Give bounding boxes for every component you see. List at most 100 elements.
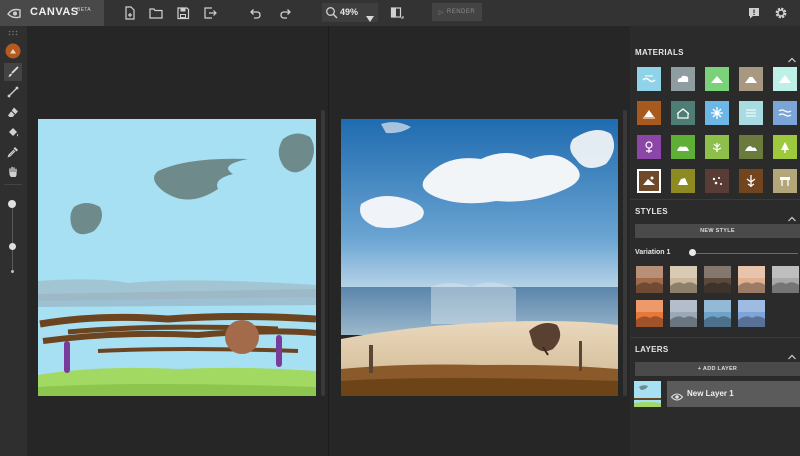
fill-bucket-icon[interactable] — [4, 123, 22, 141]
section-divider — [630, 199, 800, 200]
zoom-dropdown-icon[interactable] — [366, 9, 374, 27]
brush-size-slider[interactable] — [12, 206, 13, 270]
layer-item[interactable]: New Layer 1 — [667, 381, 800, 407]
material-flower-icon — [645, 141, 653, 153]
style-thumbnail[interactable] — [704, 266, 731, 293]
material-flower-button[interactable] — [637, 135, 661, 159]
material-cloud-icon — [677, 75, 689, 82]
material-building-icon — [676, 108, 690, 119]
new-style-button[interactable]: NEW STYLE — [635, 224, 800, 238]
redo-icon[interactable] — [277, 4, 295, 22]
settings-icon[interactable] — [772, 4, 790, 22]
app-title: CANVAS — [30, 6, 79, 18]
material-sand-button[interactable] — [637, 101, 661, 125]
brush-size-knob[interactable] — [8, 243, 16, 250]
material-bush-button[interactable] — [671, 135, 695, 159]
material-dirt-button[interactable] — [637, 169, 661, 193]
style-thumbnail[interactable] — [704, 300, 731, 327]
material-grass-icon — [711, 76, 723, 83]
material-snowflake-icon — [711, 107, 723, 119]
material-rock-icon — [678, 178, 688, 185]
styles-title: STYLES — [635, 207, 668, 216]
material-snow-button[interactable] — [773, 67, 797, 91]
material-tree-button[interactable] — [773, 135, 797, 159]
material-fog-button[interactable] — [739, 101, 763, 125]
style-thumbnail[interactable] — [738, 300, 765, 327]
style-thumbnail[interactable] — [636, 266, 663, 293]
brush-color-swatch[interactable] — [4, 42, 22, 60]
material-mountain-icon — [745, 75, 757, 83]
visibility-eye-icon[interactable] — [670, 389, 684, 401]
zoom-value: 49% — [340, 7, 359, 17]
styles-collapse-icon[interactable] — [788, 209, 796, 222]
material-road-button[interactable] — [773, 169, 797, 193]
material-sea-icon — [642, 75, 656, 83]
right-view-scrollbar[interactable] — [623, 110, 627, 396]
line-tool-icon[interactable] — [4, 83, 22, 101]
play-icon: ▷ — [438, 9, 444, 16]
left-tool-bar — [0, 26, 27, 456]
add-layer-button[interactable]: + ADD LAYER — [635, 362, 800, 376]
save-icon[interactable] — [174, 4, 192, 22]
feedback-icon[interactable] — [745, 4, 763, 22]
material-wood-button[interactable] — [739, 169, 763, 193]
material-mountain-button[interactable] — [739, 67, 763, 91]
style-thumbnail[interactable] — [772, 266, 799, 293]
render-label: RENDER — [446, 9, 476, 15]
material-plant-icon — [712, 143, 722, 152]
top-toolbar: CANVAS BETA 49% ▷ RENDER — [0, 0, 800, 26]
export-icon[interactable] — [201, 4, 219, 22]
zoom-control[interactable]: 49% — [322, 3, 378, 22]
left-view-scrollbar[interactable] — [321, 110, 325, 396]
brush-size-max-icon — [8, 200, 16, 208]
view-divider — [328, 26, 329, 456]
variation-slider[interactable] — [693, 253, 798, 254]
style-thumbnail[interactable] — [670, 300, 697, 327]
segmentation-canvas[interactable] — [38, 119, 317, 396]
eraser-icon[interactable] — [4, 103, 22, 121]
material-hill-button[interactable] — [739, 135, 763, 159]
section-divider — [630, 337, 800, 338]
materials-title: MATERIALS — [635, 48, 684, 57]
material-sea-button[interactable] — [637, 67, 661, 91]
paint-brush-icon[interactable] — [4, 63, 22, 81]
material-gravel-button[interactable] — [705, 169, 729, 193]
zoom-icon — [325, 6, 338, 24]
style-thumbnail[interactable] — [738, 266, 765, 293]
eyedropper-icon[interactable] — [4, 143, 22, 161]
materials-collapse-icon[interactable] — [788, 50, 796, 63]
material-gravel-icon — [712, 177, 722, 185]
style-thumbnail[interactable] — [636, 300, 663, 327]
open-folder-icon[interactable] — [147, 4, 165, 22]
new-file-icon[interactable] — [121, 4, 139, 22]
material-plant-button[interactable] — [705, 135, 729, 159]
material-snowflake-button[interactable] — [705, 101, 729, 125]
material-dirt-icon — [643, 176, 655, 185]
rendered-output-image — [341, 119, 618, 396]
variation-slider-knob[interactable] — [689, 249, 696, 256]
material-tree-icon — [781, 142, 789, 153]
material-grass-button[interactable] — [705, 67, 729, 91]
material-water-button[interactable] — [773, 101, 797, 125]
pan-hand-icon[interactable] — [4, 163, 22, 181]
brush-size-min-icon — [11, 270, 14, 273]
material-fog-icon — [746, 109, 756, 117]
beta-tag: BETA — [77, 7, 91, 13]
material-building-button[interactable] — [671, 101, 695, 125]
style-thumbnail[interactable] — [670, 266, 697, 293]
undo-icon[interactable] — [246, 4, 264, 22]
material-cloud-button[interactable] — [671, 67, 695, 91]
material-water-icon — [778, 109, 792, 117]
nvidia-logo-icon — [6, 5, 22, 21]
layer-row[interactable]: New Layer 1 — [634, 381, 800, 407]
material-bush-icon — [677, 146, 689, 151]
app-logo-area: CANVAS BETA — [0, 0, 104, 26]
material-sand-icon — [643, 110, 655, 119]
layers-collapse-icon[interactable] — [788, 347, 796, 360]
drag-grip-icon[interactable] — [4, 28, 22, 38]
compare-view-icon[interactable] — [388, 4, 406, 22]
render-button[interactable]: ▷ RENDER — [432, 3, 482, 21]
material-hill-icon — [745, 146, 757, 151]
material-rock-button[interactable] — [671, 169, 695, 193]
right-panel: MATERIALS STYLES NEW STYLE Variation 1 L… — [630, 26, 800, 456]
